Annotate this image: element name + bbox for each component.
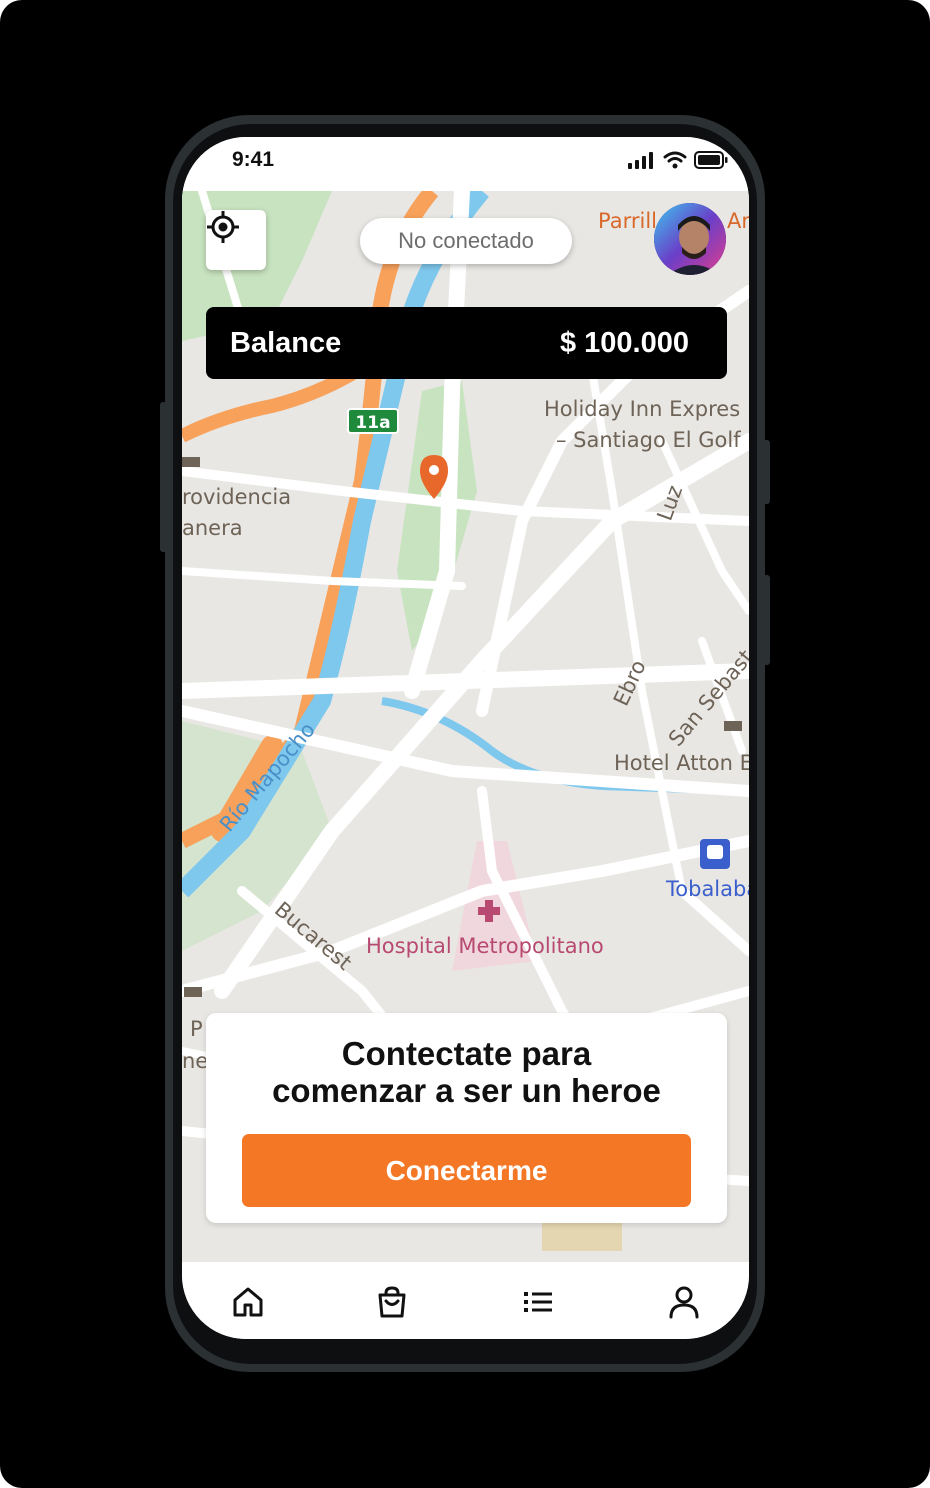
tab-shop[interactable] — [372, 1282, 412, 1322]
map-label-anera: anera — [182, 516, 243, 540]
signal-icon — [628, 152, 653, 169]
connect-card-title: Contectate para comenzar a ser un heroe — [206, 1035, 727, 1109]
connection-status-text: No conectado — [398, 228, 534, 253]
map-label-parrilla: Parrill — [598, 209, 657, 233]
avatar-image — [654, 203, 726, 275]
user-icon — [669, 1286, 699, 1319]
crosshair-icon — [207, 211, 239, 243]
map-label-hotel-atton: Hotel Atton E — [614, 751, 749, 775]
wifi-icon — [663, 151, 687, 169]
map-label-providencia: rovidencia — [182, 485, 292, 509]
map-label-p: P — [190, 1017, 203, 1041]
connect-card: Contectate para comenzar a ser un heroe … — [206, 1013, 727, 1223]
connection-status-pill[interactable]: No conectado — [360, 218, 572, 264]
tab-list[interactable] — [518, 1282, 558, 1322]
map-label-holiday-inn: Holiday Inn Expres — [544, 397, 741, 421]
battery-icon — [694, 151, 728, 169]
status-bar: 9:41 — [182, 137, 749, 191]
map-label-tobalaba: Tobalaba — [666, 877, 749, 901]
home-icon — [233, 1287, 263, 1317]
screen: 9:41 11a Parrill Ar Holiday Inn Expres –… — [182, 137, 749, 1339]
connect-button[interactable]: Conectarme — [242, 1134, 691, 1207]
locate-button[interactable] — [206, 210, 266, 270]
bottom-tab-bar — [182, 1262, 749, 1339]
connect-card-title-line2: comenzar a ser un heroe — [272, 1072, 661, 1109]
route-shield-text: 11a — [355, 413, 390, 433]
balance-label: Balance — [230, 326, 342, 359]
map-view[interactable]: 11a Parrill Ar Holiday Inn Expres – Sant… — [182, 191, 749, 1262]
list-icon — [524, 1292, 552, 1312]
map-label-ar: Ar — [727, 209, 749, 233]
status-time: 9:41 — [232, 148, 275, 171]
tab-home[interactable] — [228, 1282, 268, 1322]
connect-card-title-line1: Contectate para — [341, 1035, 592, 1072]
tab-profile[interactable] — [664, 1282, 704, 1322]
map-label-santiago-el-golf: – Santiago El Golf — [556, 428, 741, 452]
shopping-bag-icon — [378, 1286, 406, 1318]
map-label-hospital: Hospital Metropolitano — [366, 934, 604, 958]
balance-bar: Balance $ 100.000 — [206, 307, 727, 379]
device-frame: 9:41 11a Parrill Ar Holiday Inn Expres –… — [0, 0, 930, 1488]
avatar[interactable] — [654, 203, 726, 275]
map-label-ne: ne — [182, 1049, 209, 1073]
balance-amount: $ 100.000 — [559, 326, 689, 359]
